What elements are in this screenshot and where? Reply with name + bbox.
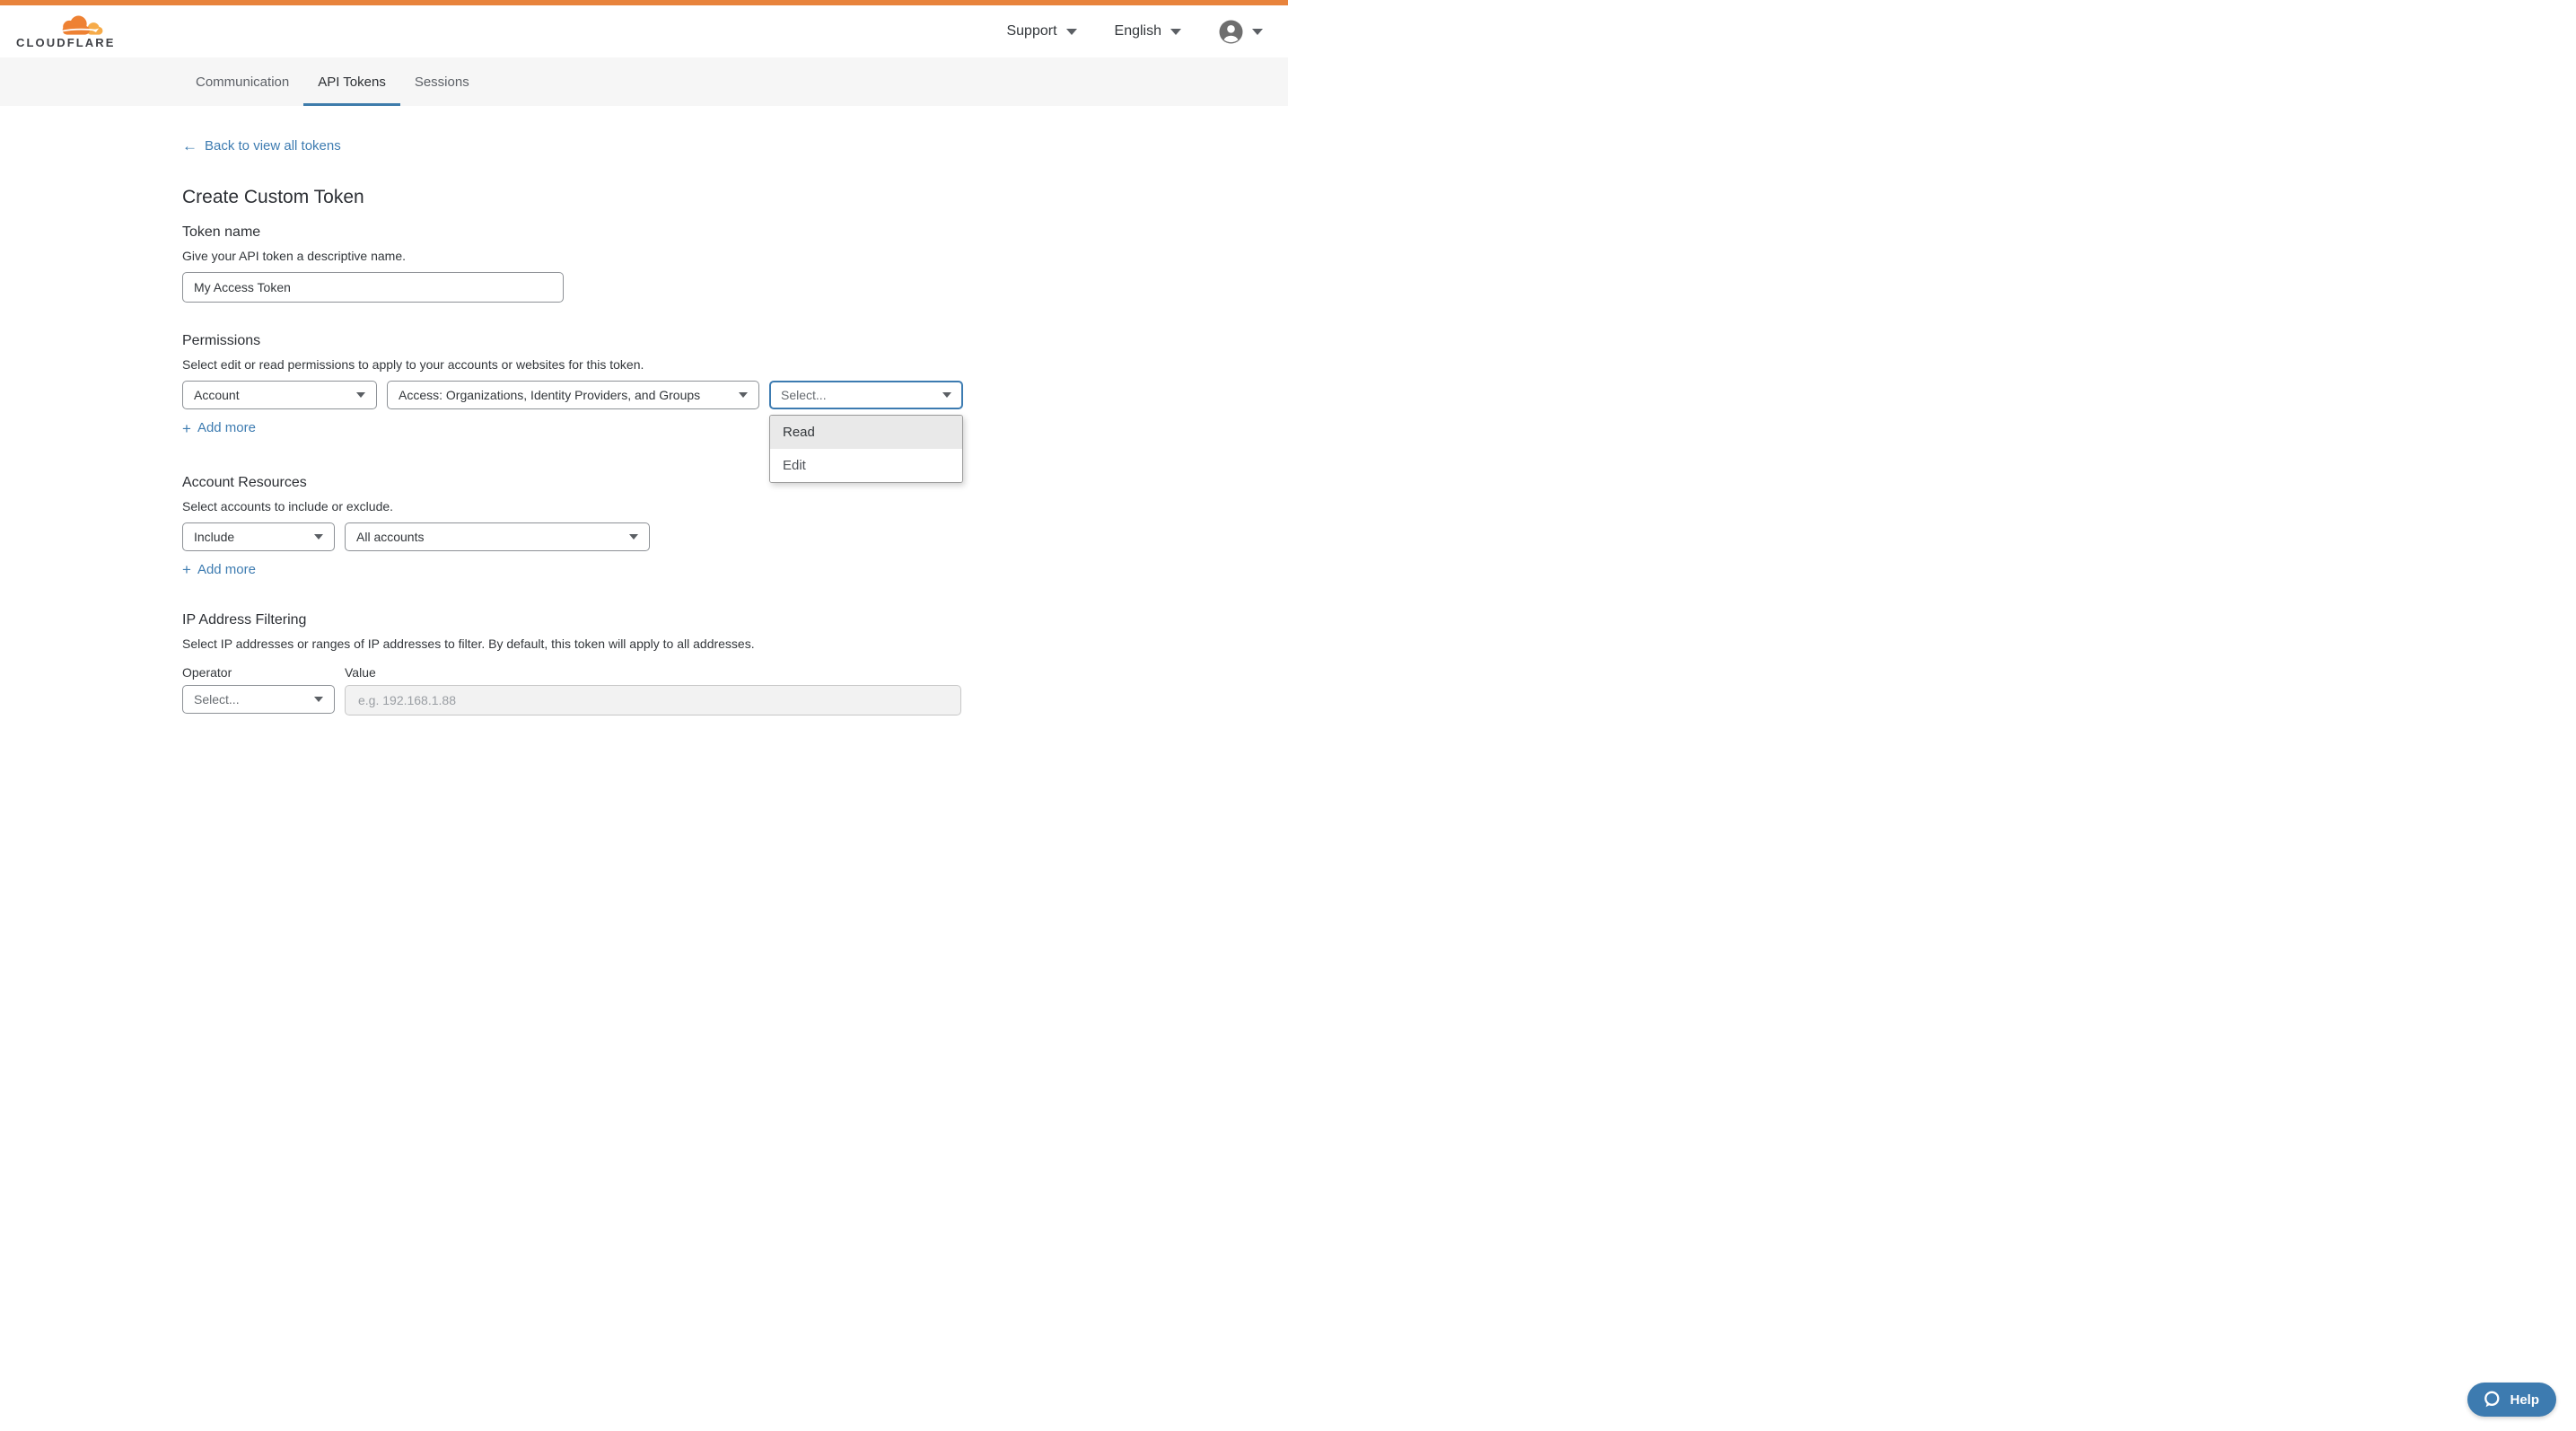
tab-sessions[interactable]: Sessions	[400, 57, 484, 106]
resource-operator-wrap: Include	[182, 522, 335, 551]
page-title: Create Custom Token	[182, 186, 1288, 209]
ip-operator-select[interactable]: Select...	[182, 685, 335, 714]
tab-communication[interactable]: Communication	[181, 57, 303, 106]
chevron-down-icon	[1252, 29, 1263, 35]
brand-wordmark: CLOUDFLARE	[16, 37, 106, 49]
resources-add-more-link[interactable]: + Add more	[182, 562, 256, 578]
plus-icon: +	[182, 563, 191, 576]
resource-value-wrap: All accounts	[345, 522, 650, 551]
permission-level-placeholder: Select...	[781, 388, 827, 402]
help-button-label: Help	[2510, 1392, 2539, 1408]
header: CLOUDFLARE Support English	[0, 5, 1288, 57]
permission-scope-select[interactable]: Account	[182, 381, 377, 409]
token-name-section: Token name Give your API token a descrip…	[182, 224, 1288, 303]
add-more-label: Add more	[197, 562, 256, 578]
ip-operator-placeholder: Select...	[194, 692, 240, 707]
tab-api-tokens[interactable]: API Tokens	[303, 57, 400, 106]
operator-label: Operator	[182, 665, 345, 680]
chevron-down-icon	[739, 392, 748, 398]
chevron-down-icon	[314, 534, 323, 540]
menu-option-read[interactable]: Read	[770, 416, 962, 449]
permissions-section: Permissions Select edit or read permissi…	[182, 332, 1288, 438]
account-resources-description: Select accounts to include or exclude.	[182, 499, 1288, 514]
permission-level-menu: Read Edit	[769, 415, 963, 483]
help-button[interactable]: Help	[2467, 1383, 2556, 1417]
permission-group-wrap: Access: Organizations, Identity Provider…	[387, 381, 759, 409]
permission-level-wrap: Select... Read Edit	[769, 381, 963, 409]
ip-value-input	[345, 685, 961, 716]
permissions-row: Account Access: Organizations, Identity …	[182, 381, 1288, 409]
token-name-heading: Token name	[182, 224, 1288, 241]
value-label: Value	[345, 665, 376, 680]
token-name-input[interactable]	[182, 272, 564, 303]
chevron-down-icon	[942, 392, 951, 398]
support-menu[interactable]: Support	[1006, 23, 1076, 40]
ip-filtering-heading: IP Address Filtering	[182, 611, 1288, 629]
token-name-description: Give your API token a descriptive name.	[182, 249, 1288, 264]
chevron-down-icon	[1170, 29, 1181, 35]
speech-bubble-icon	[2482, 1390, 2502, 1409]
permission-group-value: Access: Organizations, Identity Provider…	[399, 388, 700, 402]
ip-filtering-section: IP Address Filtering Select IP addresses…	[182, 611, 1288, 716]
menu-option-edit[interactable]: Edit	[770, 449, 962, 482]
ip-labels-row: Operator Value	[182, 665, 1288, 680]
resource-value-select[interactable]: All accounts	[345, 522, 650, 551]
language-menu[interactable]: English	[1115, 23, 1181, 40]
resource-operator-select[interactable]: Include	[182, 522, 335, 551]
permission-scope-wrap: Account	[182, 381, 377, 409]
permissions-heading: Permissions	[182, 332, 1288, 350]
ip-filtering-description: Select IP addresses or ranges of IP addr…	[182, 636, 1288, 652]
permissions-add-more-link[interactable]: + Add more	[182, 420, 256, 436]
resource-value: All accounts	[356, 530, 424, 544]
tabbar: Communication API Tokens Sessions	[0, 57, 1288, 106]
back-arrow-icon: ←	[182, 139, 197, 154]
permission-level-select[interactable]: Select...	[769, 381, 963, 409]
main-content: ← Back to view all tokens Create Custom …	[0, 106, 1288, 716]
chevron-down-icon	[356, 392, 365, 398]
add-more-label: Add more	[197, 420, 256, 436]
account-menu[interactable]	[1219, 20, 1263, 44]
account-resources-row: Include All accounts	[182, 522, 1288, 551]
avatar-icon	[1219, 20, 1243, 44]
account-resources-section: Account Resources Select accounts to inc…	[182, 474, 1288, 580]
account-resources-heading: Account Resources	[182, 474, 1288, 492]
language-menu-label: English	[1115, 23, 1161, 40]
chevron-down-icon	[1066, 29, 1077, 35]
back-link-label: Back to view all tokens	[205, 138, 341, 154]
support-menu-label: Support	[1006, 23, 1056, 40]
chevron-down-icon	[629, 534, 638, 540]
header-nav: Support English	[1006, 20, 1263, 44]
resource-operator-value: Include	[194, 530, 234, 544]
cloudflare-cloud-icon	[55, 13, 103, 36]
cloudflare-logo[interactable]: CLOUDFLARE	[16, 13, 106, 49]
permission-scope-value: Account	[194, 388, 240, 402]
plus-icon: +	[182, 422, 191, 435]
permission-group-select[interactable]: Access: Organizations, Identity Provider…	[387, 381, 759, 409]
chevron-down-icon	[314, 697, 323, 702]
ip-controls-row: Select...	[182, 685, 1288, 716]
permissions-description: Select edit or read permissions to apply…	[182, 357, 1288, 373]
back-to-tokens-link[interactable]: ← Back to view all tokens	[182, 138, 341, 154]
ip-operator-wrap: Select...	[182, 685, 335, 716]
